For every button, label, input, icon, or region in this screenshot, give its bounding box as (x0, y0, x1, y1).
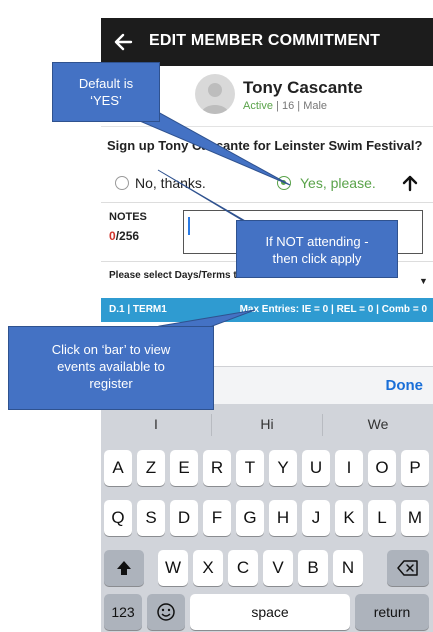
key-p[interactable]: P (401, 450, 429, 486)
chevron-down-icon[interactable]: ▼ (419, 276, 428, 286)
key-u[interactable]: U (302, 450, 330, 486)
yes-option-label[interactable]: Yes, please. (300, 175, 376, 191)
key-s[interactable]: S (137, 500, 165, 536)
space-key[interactable]: space (190, 594, 350, 630)
key-h[interactable]: H (269, 500, 297, 536)
key-x[interactable]: X (193, 550, 223, 586)
key-b[interactable]: B (298, 550, 328, 586)
key-v[interactable]: V (263, 550, 293, 586)
arrow-up-icon[interactable] (401, 174, 419, 192)
prediction-3[interactable]: We (323, 416, 433, 432)
page-title: EDIT MEMBER COMMITMENT (149, 32, 381, 49)
key-o[interactable]: O (368, 450, 396, 486)
emoji-key[interactable] (147, 594, 185, 630)
prediction-bar: I Hi We (101, 404, 433, 444)
keyboard: I Hi We A Z E R T Y U I O P Q S D F G H … (101, 404, 433, 632)
key-j[interactable]: J (302, 500, 330, 536)
done-button[interactable]: Done (386, 377, 424, 394)
backspace-icon (397, 560, 418, 576)
term-bar-label: D.1 | TERM1 (109, 304, 167, 315)
member-gender: Male (303, 100, 328, 112)
shift-key[interactable] (104, 550, 144, 586)
notes-count-value: 0 (109, 229, 116, 243)
top-bar: EDIT MEMBER COMMITMENT (101, 18, 433, 66)
days-terms-label: Please select Days/Terms t (109, 270, 237, 281)
prediction-2[interactable]: Hi (212, 416, 322, 432)
term-bar[interactable]: D.1 | TERM1 Max Entries: IE = 0 | REL = … (101, 298, 433, 322)
notes-counter: 0/256 (109, 229, 139, 243)
callout-not-attending: If NOT attending - then click apply (236, 220, 398, 278)
yes-radio[interactable] (277, 176, 291, 190)
shift-icon (117, 561, 131, 575)
key-f[interactable]: F (203, 500, 231, 536)
member-status: Active (243, 100, 273, 112)
key-q[interactable]: Q (104, 500, 132, 536)
back-arrow-icon[interactable] (111, 29, 137, 55)
emoji-icon (157, 603, 175, 621)
prediction-1[interactable]: I (101, 416, 211, 432)
avatar (195, 74, 235, 114)
text-caret (188, 217, 190, 235)
person-icon (201, 83, 229, 114)
member-meta: Active | 16 | Male (243, 100, 327, 112)
divider (101, 126, 433, 127)
key-d[interactable]: D (170, 500, 198, 536)
notes-count-max: /256 (115, 229, 140, 243)
member-age: 16 (281, 100, 295, 112)
key-l[interactable]: L (368, 500, 396, 536)
return-key[interactable]: return (355, 594, 429, 630)
key-y[interactable]: Y (269, 450, 297, 486)
key-t[interactable]: T (236, 450, 264, 486)
key-r[interactable]: R (203, 450, 231, 486)
callout-default-yes: Default is ‘YES’ (52, 62, 160, 122)
key-i[interactable]: I (335, 450, 363, 486)
key-c[interactable]: C (228, 550, 258, 586)
key-m[interactable]: M (401, 500, 429, 536)
meta-separator: | (297, 100, 301, 112)
meta-separator: | (276, 100, 279, 112)
key-g[interactable]: G (236, 500, 264, 536)
key-e[interactable]: E (170, 450, 198, 486)
key-k[interactable]: K (335, 500, 363, 536)
term-bar-entries: Max Entries: IE = 0 | REL = 0 | Comb = 0 (239, 304, 427, 315)
key-w[interactable]: W (158, 550, 188, 586)
callout-click-bar: Click on ‘bar’ to view events available … (8, 326, 214, 410)
signup-question: Sign up Tony Cascante for Leinster Swim … (107, 138, 423, 153)
backspace-key[interactable] (387, 550, 429, 586)
no-option-label[interactable]: No, thanks. (135, 175, 206, 191)
notes-label: NOTES (109, 211, 147, 223)
numbers-key[interactable]: 123 (104, 594, 142, 630)
no-radio[interactable] (115, 176, 129, 190)
key-n[interactable]: N (333, 550, 363, 586)
key-z[interactable]: Z (137, 450, 165, 486)
key-a[interactable]: A (104, 450, 132, 486)
member-name: Tony Cascante (243, 78, 363, 97)
